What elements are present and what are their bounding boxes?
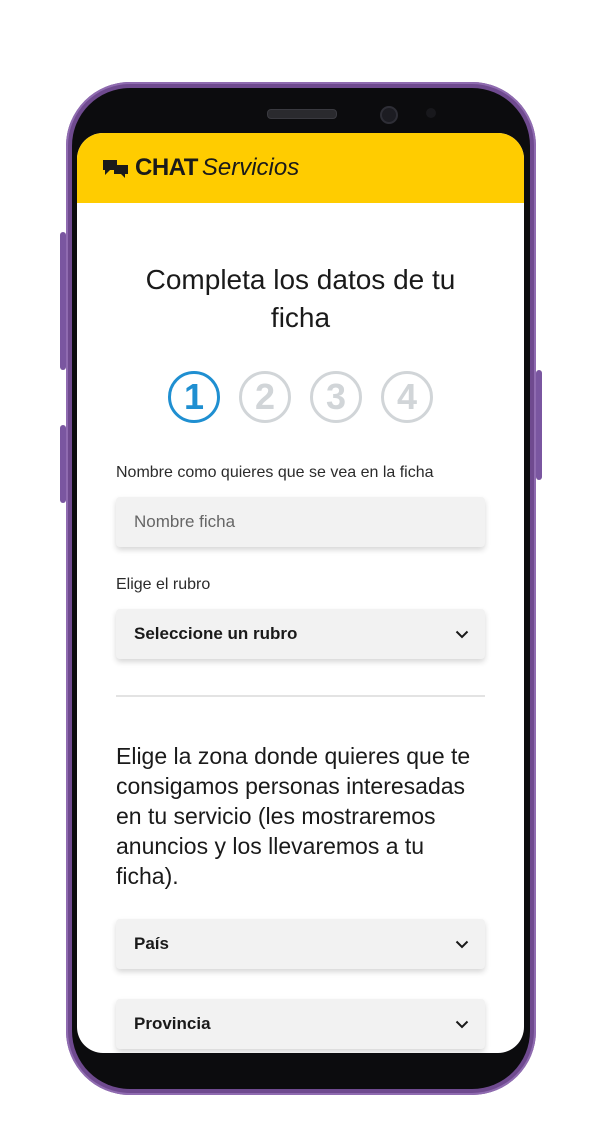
speaker-grille <box>267 109 337 119</box>
brand-logo[interactable]: CHAT Servicios <box>103 154 299 182</box>
page-title: Completa los datos de tu ficha <box>145 264 456 333</box>
chat-bubbles-icon <box>103 160 128 178</box>
pais-select[interactable]: País <box>116 919 485 969</box>
form-content: Completa los datos de tu ficha 1 2 3 4 N… <box>77 261 524 1053</box>
section-divider <box>116 695 485 697</box>
provincia-select[interactable]: Provincia <box>116 999 485 1049</box>
brand-chat: CHAT <box>135 154 198 181</box>
name-field-label: Nombre como quieres que se vea en la fic… <box>116 464 434 481</box>
chevron-down-icon <box>455 940 469 948</box>
volume-button <box>60 232 66 370</box>
zone-heading: Elige la zona donde quieres que te consi… <box>116 743 471 889</box>
proximity-sensor <box>426 108 436 118</box>
chevron-down-icon <box>455 630 469 638</box>
step-2: 2 <box>239 371 291 423</box>
rubro-select[interactable]: Seleccione un rubro <box>116 609 485 659</box>
app-header: CHAT Servicios <box>77 133 524 203</box>
step-1: 1 <box>168 371 220 423</box>
brand-servicios: Servicios <box>201 154 300 181</box>
step-4: 4 <box>381 371 433 423</box>
power-button <box>536 370 542 480</box>
rubro-select-value: Seleccione un rubro <box>134 624 298 643</box>
assistant-button <box>60 425 66 503</box>
rubro-field-label: Elige el rubro <box>116 576 211 593</box>
chevron-down-icon <box>455 1020 469 1028</box>
pais-select-value: País <box>134 934 169 953</box>
step-indicator: 1 2 3 4 <box>116 371 485 423</box>
front-camera <box>380 106 398 124</box>
provincia-select-value: Provincia <box>134 1014 211 1033</box>
step-3: 3 <box>310 371 362 423</box>
phone-screen: CHAT Servicios Completa los datos de tu f… <box>77 133 524 1053</box>
nombre-ficha-input[interactable]: Nombre ficha <box>116 497 485 547</box>
